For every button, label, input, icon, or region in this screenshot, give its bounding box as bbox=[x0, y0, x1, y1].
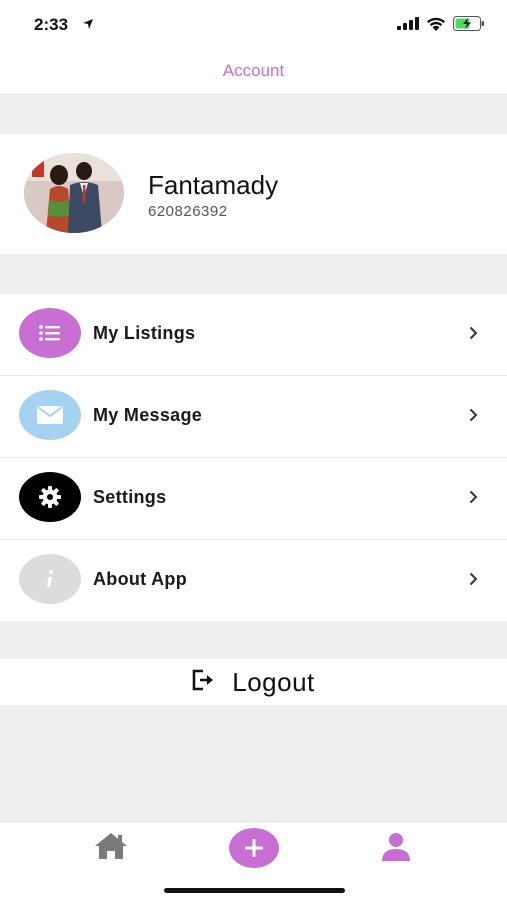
nav-bar: Account bbox=[0, 48, 507, 95]
page-title: Account bbox=[222, 61, 285, 80]
signal-icon bbox=[397, 17, 419, 35]
info-icon bbox=[19, 554, 81, 604]
envelope-icon bbox=[19, 390, 81, 440]
menu-item-label: My Message bbox=[93, 405, 203, 425]
menu-item-label: My Listings bbox=[93, 323, 196, 343]
list-icon bbox=[19, 308, 81, 358]
add-button[interactable] bbox=[229, 828, 279, 868]
home-indicator bbox=[164, 888, 345, 893]
location-arrow-icon bbox=[82, 17, 94, 35]
profile-name: Fantamady bbox=[148, 170, 279, 200]
logout-button[interactable]: Logout bbox=[0, 659, 507, 705]
chevron-right-icon bbox=[469, 490, 478, 509]
menu-item-label: About App bbox=[93, 569, 188, 589]
logout-label: Logout bbox=[232, 667, 315, 697]
status-time: 2:33 bbox=[34, 15, 69, 34]
gear-icon bbox=[19, 472, 81, 522]
chevron-right-icon bbox=[469, 326, 478, 345]
menu-item-label: Settings bbox=[93, 487, 167, 507]
home-icon[interactable] bbox=[93, 832, 129, 865]
menu-list: My Listings My Message Settings About Ap… bbox=[0, 294, 507, 621]
battery-charging-icon bbox=[453, 16, 485, 36]
chevron-right-icon bbox=[469, 572, 478, 591]
sign-out-icon bbox=[192, 669, 216, 696]
menu-item-my-listings[interactable]: My Listings bbox=[0, 294, 507, 376]
profile-phone: 620826392 bbox=[148, 203, 228, 220]
wifi-icon bbox=[426, 17, 446, 36]
menu-item-my-message[interactable]: My Message bbox=[0, 376, 507, 458]
avatar[interactable] bbox=[24, 153, 124, 233]
chevron-right-icon bbox=[469, 408, 478, 427]
menu-item-settings[interactable]: Settings bbox=[0, 458, 507, 540]
menu-item-about-app[interactable]: About App bbox=[0, 540, 507, 621]
add-icon bbox=[245, 839, 263, 857]
tab-bar bbox=[0, 821, 507, 901]
profile-icon[interactable] bbox=[379, 832, 413, 867]
profile-card[interactable]: Fantamady 620826392 bbox=[0, 134, 507, 254]
status-bar: 2:33 bbox=[0, 0, 507, 48]
